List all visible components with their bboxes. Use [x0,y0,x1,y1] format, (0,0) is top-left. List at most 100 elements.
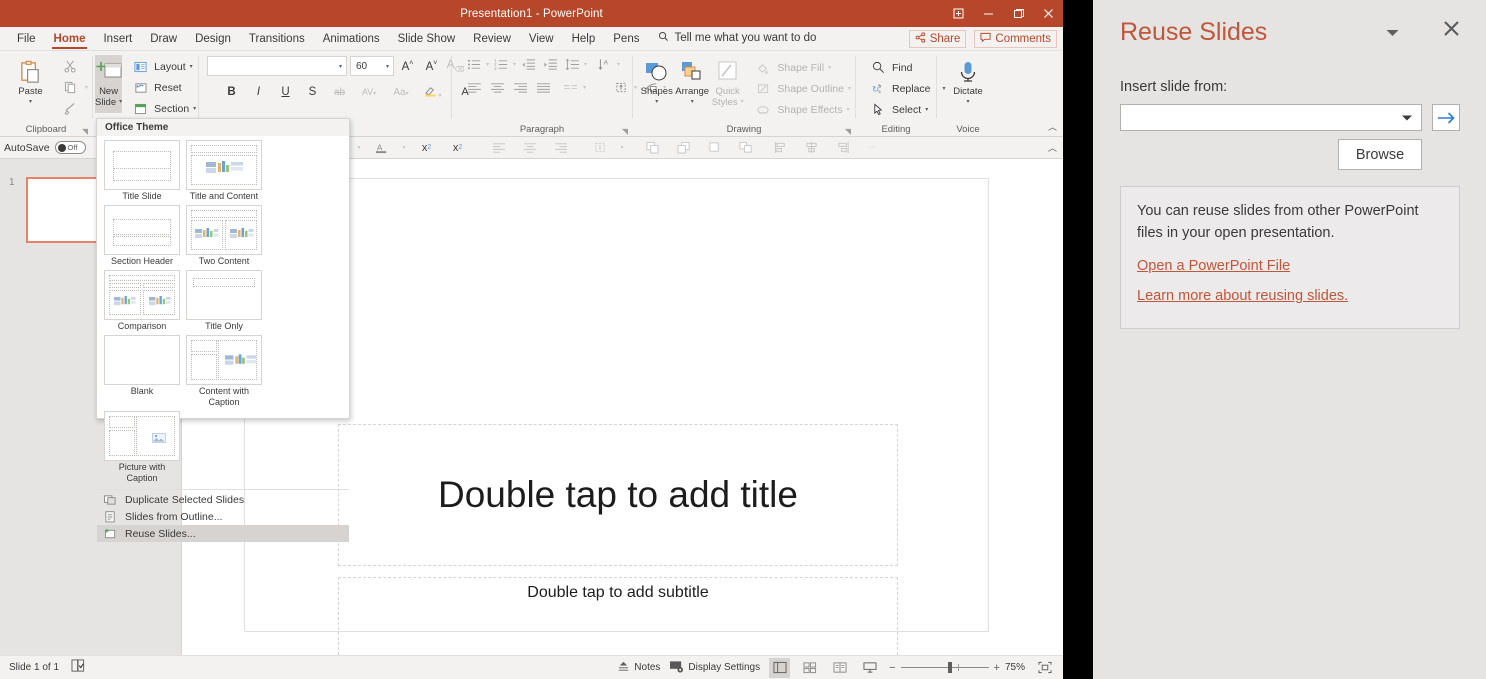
menu-reuse-slides[interactable]: Reuse Slides... [97,525,349,542]
chevron-down-icon[interactable]: ▾ [193,105,196,112]
chevron-down-icon[interactable]: ▾ [848,85,851,92]
numbering-icon[interactable]: 123 [491,55,511,74]
align-left-icon[interactable] [464,78,484,97]
find-button[interactable]: Find [864,57,916,78]
align-text-icon[interactable] [590,138,610,157]
ribbon-options-icon[interactable]: ︿ [1048,141,1057,154]
chevron-down-icon[interactable]: ▾ [847,106,850,113]
chevron-down-icon[interactable]: ▾ [339,63,342,70]
tab-view[interactable]: View [520,31,563,50]
chevron-down-icon[interactable]: ▾ [486,61,489,68]
text-shadow-button[interactable]: S [302,86,323,98]
close-button[interactable] [1033,0,1063,27]
ungroup-objects-icon[interactable] [736,138,756,157]
font-size-input[interactable]: 60 ▾ [350,56,394,76]
layout-content-with-caption[interactable]: Content with Caption [183,335,265,408]
subscript-button[interactable]: x2 [417,138,437,157]
chevron-down-icon[interactable]: ▾ [119,97,122,108]
zoom-slider[interactable]: − + 75% [889,662,1025,674]
slide-show-button[interactable] [859,658,880,678]
align-objects-center-icon[interactable] [802,138,822,157]
columns-icon[interactable] [560,78,580,97]
share-button[interactable]: Share [908,30,967,48]
panel-options-chevron-down-icon[interactable] [1385,25,1400,43]
chevron-down-icon[interactable]: ▾ [925,106,928,113]
notes-button[interactable]: Notes [617,660,660,675]
align-center-icon[interactable] [487,78,507,97]
chevron-down-icon[interactable]: ▾ [621,144,624,151]
layout-picture-with-caption[interactable]: Picture with Caption [101,411,183,484]
underline-button[interactable]: U [275,86,296,98]
tab-home[interactable]: Home [45,31,95,50]
superscript-button[interactable]: x2 [448,138,468,157]
maximize-button[interactable] [1003,0,1033,27]
tab-help[interactable]: Help [563,31,605,50]
italic-button[interactable]: I [248,86,269,98]
menu-duplicate-selected-slides[interactable]: Duplicate Selected Slides [97,491,349,508]
font-name-input[interactable]: ▾ [207,56,347,76]
chevron-down-icon[interactable]: ▾ [85,84,88,91]
clipboard-dialog-launcher[interactable]: ◥ [82,127,88,136]
strikethrough-button[interactable]: ab [329,87,350,98]
bullets-icon[interactable] [464,55,484,74]
reading-view-button[interactable] [829,658,850,678]
decrease-indent-icon[interactable] [518,55,538,74]
chevron-down-icon[interactable]: ▾ [691,97,694,108]
paste-button[interactable]: Paste ▾ [8,55,53,108]
font-color-icon[interactable]: A [372,138,392,157]
group-objects-icon[interactable] [705,138,725,157]
menu-slides-from-outline[interactable]: Slides from Outline... [97,508,349,525]
shapes-button[interactable]: Shapes ▾ [639,55,674,108]
tab-pens[interactable]: Pens [604,31,648,50]
line-spacing-icon[interactable] [562,55,582,74]
tab-design[interactable]: Design [186,31,240,50]
change-case-button[interactable]: Aa▾ [388,87,414,98]
align-text-icon[interactable] [611,78,631,97]
chevron-down-icon[interactable]: ▾ [828,64,831,71]
chevron-down-icon[interactable]: ▾ [655,97,658,108]
learn-more-link[interactable]: Learn more about reusing slides. [1137,288,1443,304]
arrange-button[interactable]: Arrange ▾ [674,55,709,108]
paragraph-dialog-launcher[interactable]: ◥ [622,127,628,136]
select-button[interactable]: Select ▾ [864,99,932,120]
tab-insert[interactable]: Insert [94,31,141,50]
tab-review[interactable]: Review [464,31,520,50]
justify-icon[interactable] [533,78,553,97]
character-spacing-button[interactable]: AV▾ [356,87,382,97]
go-button[interactable] [1432,104,1460,131]
restore-down-icon[interactable] [943,0,973,27]
minimize-button[interactable] [973,0,1003,27]
zoom-level-label[interactable]: 75% [1005,662,1025,673]
chevron-down-icon[interactable]: ▾ [190,63,193,70]
title-placeholder[interactable]: Double tap to add title [338,424,898,566]
tab-animations[interactable]: Animations [314,31,389,50]
copy-button[interactable]: ▾ [57,77,92,98]
chevron-down-icon[interactable]: ▾ [584,61,587,68]
align-objects-left-icon[interactable] [771,138,791,157]
layout-title-and-content[interactable]: Title and Content [183,140,265,202]
cut-button[interactable] [57,56,92,77]
chevron-down-icon[interactable]: ▾ [966,97,969,108]
increase-indent-icon[interactable] [540,55,560,74]
format-painter-button[interactable] [57,98,92,119]
accessibility-checker-icon[interactable] [71,659,86,676]
align-right-icon[interactable] [551,138,571,157]
zoom-in-button[interactable]: + [994,662,1000,674]
bold-button[interactable]: B [221,86,242,98]
tab-draw[interactable]: Draw [141,31,186,50]
normal-view-button[interactable] [769,657,791,678]
chevron-down-icon[interactable]: ▾ [358,144,361,151]
layout-section-header[interactable]: Section Header [101,205,183,267]
shape-effects-button[interactable]: Shape Effects ▾ [749,99,855,120]
chevron-down-icon[interactable] [1401,109,1413,127]
panel-close-icon[interactable] [1443,20,1460,42]
chevron-down-icon[interactable]: ▾ [583,84,586,91]
send-backward-icon[interactable] [674,138,694,157]
layout-title-slide[interactable]: Title Slide [101,140,183,202]
autosave-switch[interactable]: Off [54,141,86,154]
zoom-handle[interactable] [947,662,952,673]
decrease-font-size-button[interactable]: A˅ [421,60,442,73]
increase-font-size-button[interactable]: A˄ [397,60,418,73]
layout-blank[interactable]: Blank [101,335,183,408]
chevron-down-icon[interactable]: ▾ [617,61,620,68]
